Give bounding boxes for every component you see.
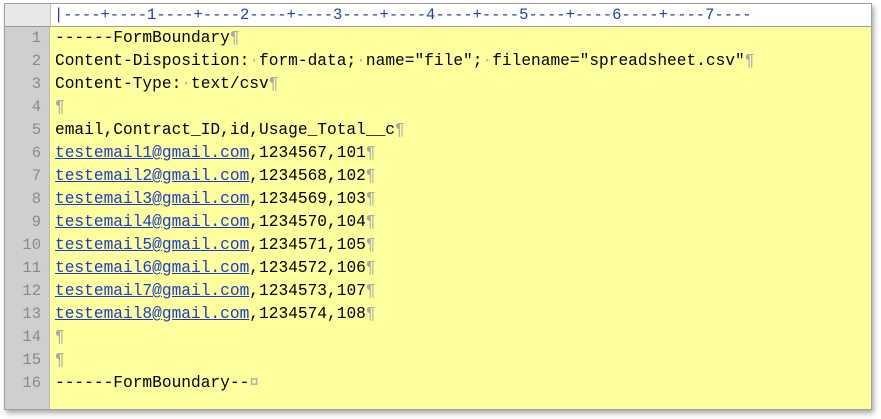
text-editor[interactable]: |----+----1----+----2----+----3----+----…	[4, 3, 872, 410]
csv-row: testemail1@gmail.com,1234567,101¶	[55, 142, 376, 165]
line-number: 6	[31, 144, 41, 162]
csv-row: testemail2@gmail.com,1234568,102¶	[55, 165, 376, 188]
line-number-gutter: 1 2 3 4 5 6 7 8 9 10 11 12 13 14 15 16	[5, 27, 50, 409]
pilcrow-mark: ¶	[395, 121, 405, 139]
code-line: email,Contract_ID,id,Usage_Total__c¶	[55, 119, 405, 142]
pilcrow-mark: ¶	[268, 75, 279, 93]
code-line: Content-Type:·text/csv¶	[55, 73, 278, 96]
row-values: ,1234574,108	[249, 305, 366, 323]
row-values: ,1234568,102	[249, 167, 366, 185]
pilcrow-mark: ¶	[229, 29, 240, 47]
pilcrow-mark: ¶	[55, 98, 65, 116]
email-link[interactable]: testemail2@gmail.com	[55, 167, 249, 185]
ruler-corner	[5, 4, 51, 26]
row-values: ,1234572,106	[249, 259, 366, 277]
pilcrow-mark: ¶	[55, 328, 65, 346]
code-line: ------FormBoundary¶	[55, 27, 240, 50]
row-values: ,1234573,107	[249, 282, 366, 300]
row-values: ,1234570,104	[249, 213, 366, 231]
pilcrow-mark: ¶	[365, 213, 376, 231]
line-text: name="file";	[365, 52, 483, 70]
line-text: Content-Disposition:	[55, 52, 250, 70]
line-number: 8	[31, 190, 41, 208]
pilcrow-mark: ¶	[365, 305, 376, 323]
line-number: 5	[31, 121, 41, 139]
line-number: 16	[22, 374, 41, 392]
email-link[interactable]: testemail5@gmail.com	[55, 236, 249, 254]
csv-row: testemail5@gmail.com,1234571,105¶	[55, 234, 376, 257]
line-number: 15	[22, 351, 41, 369]
csv-row: testemail6@gmail.com,1234572,106¶	[55, 257, 376, 280]
line-number: 13	[22, 305, 41, 323]
line-text: ------FormBoundary--	[55, 374, 250, 392]
line-number: 12	[22, 282, 41, 300]
editor-content[interactable]: ------FormBoundary¶ Content-Disposition:…	[55, 27, 867, 409]
email-link[interactable]: testemail3@gmail.com	[55, 190, 249, 208]
email-link[interactable]: testemail4@gmail.com	[55, 213, 249, 231]
code-line: ¶	[55, 349, 65, 372]
email-link[interactable]: testemail1@gmail.com	[55, 144, 249, 162]
email-link[interactable]: testemail7@gmail.com	[55, 282, 249, 300]
pilcrow-mark: ¶	[365, 236, 376, 254]
space-marker: ·	[249, 52, 260, 70]
code-line: ¶	[55, 326, 65, 349]
csv-row: testemail4@gmail.com,1234570,104¶	[55, 211, 376, 234]
email-link[interactable]: testemail8@gmail.com	[55, 305, 249, 323]
line-number: 11	[22, 259, 41, 277]
space-marker: ·	[482, 52, 493, 70]
eof-marker: ¤	[249, 374, 260, 392]
row-values: ,1234569,103	[249, 190, 366, 208]
csv-row: testemail3@gmail.com,1234569,103¶	[55, 188, 376, 211]
line-number: 4	[31, 98, 41, 116]
pilcrow-mark: ¶	[365, 167, 376, 185]
space-marker: ·	[356, 52, 366, 70]
csv-row: testemail7@gmail.com,1234573,107¶	[55, 280, 376, 303]
row-values: ,1234567,101	[249, 144, 366, 162]
line-number: 3	[31, 75, 41, 93]
email-link[interactable]: testemail6@gmail.com	[55, 259, 249, 277]
row-values: ,1234571,105	[249, 236, 366, 254]
space-marker: ·	[181, 75, 192, 93]
ruler-scale: |----+----1----+----2----+----3----+----…	[54, 6, 752, 24]
code-line: ------FormBoundary--¤	[55, 372, 259, 395]
line-text: filename="spreadsheet.csv"	[492, 52, 745, 70]
line-text: ------FormBoundary	[55, 29, 230, 47]
line-number: 7	[31, 167, 41, 185]
code-line: ¶	[55, 96, 65, 119]
column-ruler: |----+----1----+----2----+----3----+----…	[5, 4, 871, 27]
csv-row: testemail8@gmail.com,1234574,108¶	[55, 303, 376, 326]
line-number: 10	[22, 236, 41, 254]
line-number: 1	[31, 29, 41, 47]
code-line: Content-Disposition:·form-data;·name="fi…	[55, 50, 754, 73]
pilcrow-mark: ¶	[365, 190, 376, 208]
pilcrow-mark: ¶	[744, 52, 755, 70]
pilcrow-mark: ¶	[55, 351, 65, 369]
pilcrow-mark: ¶	[365, 259, 376, 277]
csv-header: email,Contract_ID,id,Usage_Total__c	[55, 121, 395, 139]
pilcrow-mark: ¶	[365, 282, 376, 300]
line-number: 2	[31, 52, 41, 70]
line-number: 9	[31, 213, 41, 231]
line-number: 14	[22, 328, 41, 346]
line-text: text/csv	[191, 75, 269, 93]
pilcrow-mark: ¶	[365, 144, 376, 162]
line-text: Content-Type:	[55, 75, 182, 93]
line-text: form-data;	[259, 52, 357, 70]
